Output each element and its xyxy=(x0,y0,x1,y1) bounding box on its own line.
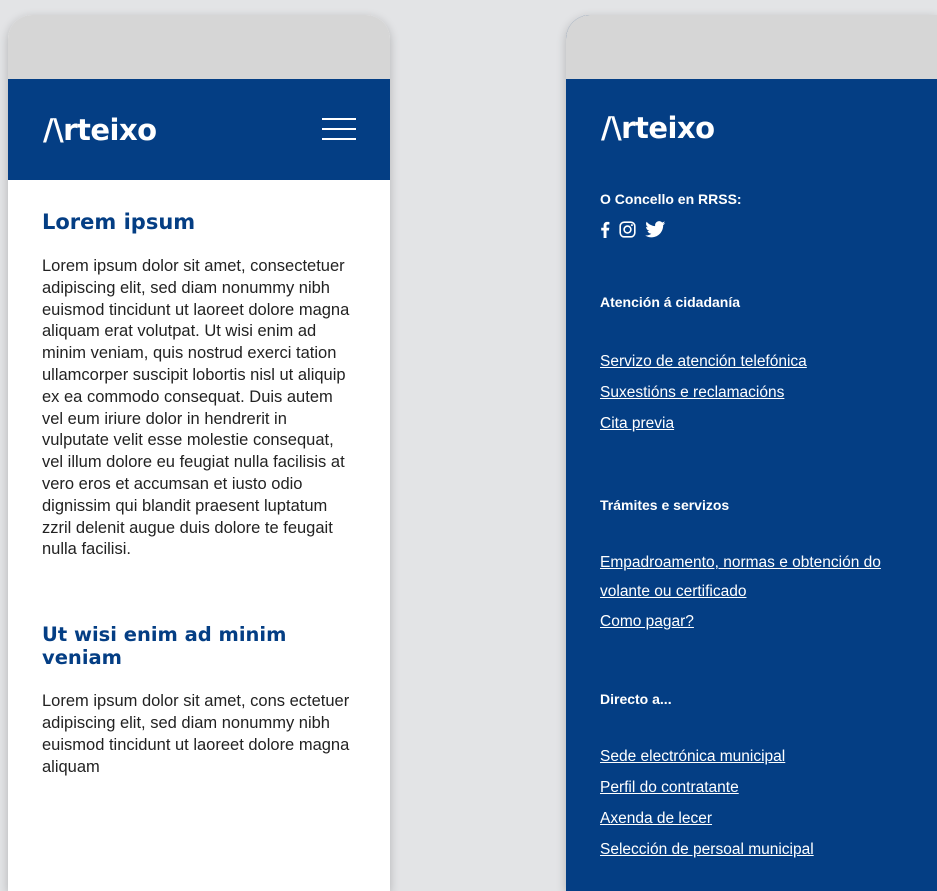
link-list: Sede electrónica municipal Perfil do con… xyxy=(600,741,814,865)
footer-link[interactable]: Como pagar? xyxy=(600,606,920,637)
site-header: /\rteixo xyxy=(8,79,390,180)
footer-link[interactable]: Sede electrónica municipal xyxy=(600,741,814,772)
section-heading: Ut wisi enim ad minim veniam xyxy=(42,623,287,670)
section-paragraph: Lorem ipsum dolor sit amet, consectetuer… xyxy=(42,257,350,559)
status-bar xyxy=(566,15,937,79)
hamburger-menu-icon[interactable] xyxy=(322,116,356,142)
twitter-icon[interactable] xyxy=(645,221,666,238)
footer-link[interactable]: Axenda de lecer xyxy=(600,803,814,834)
arteixo-logo[interactable]: /\rteixo xyxy=(601,111,715,145)
group-title: Atención á cidadanía xyxy=(600,294,741,310)
facebook-icon[interactable] xyxy=(600,221,610,238)
section-heading: Lorem ipsum xyxy=(42,210,196,234)
link-list: Empadroamento, normas e obtención do vol… xyxy=(600,548,920,637)
group-title: Trámites e servizos xyxy=(600,497,730,513)
footer-link[interactable]: Cita previa xyxy=(600,408,807,439)
link-list: Servizo de atención telefónica Suxestión… xyxy=(600,346,807,439)
footer-link[interactable]: Empadroamento, normas e obtención do vol… xyxy=(600,548,920,606)
arteixo-logo[interactable]: /\rteixo xyxy=(43,113,157,147)
social-label: O Concello en RRSS: xyxy=(600,191,742,207)
social-links xyxy=(600,221,666,238)
status-bar xyxy=(8,15,390,79)
main-content: Lorem ipsum Lorem ipsum dolor sit amet, … xyxy=(8,180,390,778)
mobile-footer-screen: /\rteixo O Concello en RRSS: Atención á … xyxy=(566,15,937,891)
instagram-icon[interactable] xyxy=(619,221,636,238)
mobile-content-screen: /\rteixo Lorem ipsum Lorem ipsum dolor s… xyxy=(8,15,390,891)
site-footer: /\rteixo O Concello en RRSS: Atención á … xyxy=(566,15,937,891)
footer-link[interactable]: Perfil do contratante xyxy=(600,772,814,803)
section-paragraph: Lorem ipsum dolor sit amet, cons ectetue… xyxy=(42,692,350,776)
footer-link[interactable]: Servizo de atención telefónica xyxy=(600,346,807,377)
footer-link[interactable]: Suxestións e reclamacións xyxy=(600,377,807,408)
group-title: Directo a... xyxy=(600,691,672,707)
footer-link[interactable]: Selección de persoal municipal xyxy=(600,834,814,865)
